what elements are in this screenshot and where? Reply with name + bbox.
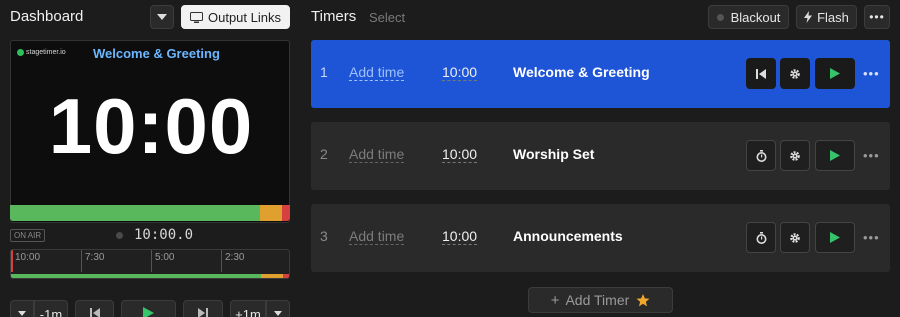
timer-row[interactable]: 2 Add time 10:00 Worship Set ••• — [311, 122, 890, 190]
logo-text: stagetimer.io — [26, 49, 66, 56]
more-options-button[interactable]: ••• — [864, 5, 890, 29]
preview-title: Welcome & Greeting — [93, 46, 220, 61]
blackout-dot-icon — [716, 13, 724, 21]
timer-mode-button[interactable] — [746, 140, 776, 171]
gear-icon — [790, 150, 800, 161]
timeline-tick-label: 10:00 — [15, 252, 41, 263]
row-more-icon[interactable]: ••• — [863, 148, 880, 163]
preview-time: 10:00 — [48, 82, 254, 170]
timer-number: 2 — [320, 146, 328, 162]
chevron-down-icon — [18, 310, 26, 316]
timer-name[interactable]: Announcements — [513, 228, 623, 244]
play-icon — [830, 68, 840, 79]
output-links-label: Output Links — [208, 9, 281, 25]
timeline-scrubber[interactable]: 10:00 7:30 5:00 2:30 — [10, 249, 290, 279]
timeline-tick-label: 2:30 — [225, 252, 245, 263]
gear-icon — [790, 68, 800, 79]
add-timer-label: Add Timer — [565, 292, 630, 308]
timer-row[interactable]: 3 Add time 10:00 Announcements ••• — [311, 204, 890, 272]
progress-red-segment — [282, 205, 290, 221]
row-more-icon[interactable]: ••• — [863, 230, 880, 245]
progress-amber-segment — [260, 205, 282, 221]
blackout-button[interactable]: Blackout — [708, 5, 789, 29]
add-timer-button[interactable]: + Add Timer — [528, 287, 673, 313]
minus-label: -1m — [39, 307, 63, 317]
timer-preview: stagetimer.io Welcome & Greeting 10:00 — [10, 40, 290, 223]
timer-mode-button[interactable] — [746, 222, 776, 253]
timer-duration[interactable]: 10:00 — [442, 64, 478, 81]
on-air-badge: ON AIR — [10, 229, 46, 242]
reset-timer-button[interactable] — [746, 58, 776, 89]
stagetimer-logo: stagetimer.io — [17, 49, 66, 56]
play-icon — [830, 232, 840, 243]
play-icon — [143, 307, 154, 317]
skip-forward-icon — [198, 308, 208, 317]
timeline-tick — [221, 250, 222, 272]
select-link[interactable]: Select — [369, 10, 405, 25]
current-clock: 10:00.0 — [134, 227, 194, 243]
timeline-red-segment — [283, 274, 289, 278]
timeline-tick — [81, 250, 82, 272]
lightning-icon — [804, 11, 813, 23]
timer-duration[interactable]: 10:00 — [442, 228, 478, 245]
play-button[interactable] — [121, 300, 176, 317]
plus-icon: + — [550, 291, 560, 309]
skip-back-icon — [756, 68, 766, 79]
plus-one-minute-button[interactable]: +1m — [230, 300, 266, 317]
monitor-icon — [190, 11, 203, 23]
next-timer-button[interactable] — [183, 300, 223, 317]
timeline-tick — [11, 250, 13, 272]
add-time-link[interactable]: Add time — [349, 146, 405, 163]
previous-timer-button[interactable] — [75, 300, 114, 317]
minus-time-dropdown-button[interactable] — [10, 300, 34, 317]
timer-name[interactable]: Welcome & Greeting — [513, 64, 650, 80]
timeline-tick-label: 5:00 — [155, 252, 175, 263]
more-dots-icon: ••• — [869, 10, 885, 24]
timeline-amber-segment — [261, 274, 283, 278]
plus-time-dropdown-button[interactable] — [266, 300, 290, 317]
timer-number: 1 — [320, 64, 328, 80]
star-icon — [636, 293, 650, 306]
output-links-button[interactable]: Output Links — [181, 5, 290, 29]
chevron-down-icon — [274, 310, 282, 316]
flash-button[interactable]: Flash — [796, 5, 857, 29]
progress-green-segment — [10, 205, 260, 221]
logo-mark-icon — [17, 49, 24, 56]
start-timer-button[interactable] — [815, 58, 855, 89]
stopwatch-icon — [756, 149, 766, 162]
stopwatch-icon — [756, 231, 766, 244]
plus-label: +1m — [235, 307, 261, 317]
progress-color-bar — [10, 205, 290, 221]
flash-label: Flash — [817, 9, 849, 25]
dashboard-menu-dropdown-button[interactable] — [150, 5, 174, 29]
page-title: Dashboard — [10, 8, 84, 25]
gear-icon — [790, 232, 800, 243]
timer-settings-button[interactable] — [780, 140, 810, 171]
timer-settings-button[interactable] — [780, 222, 810, 253]
timer-settings-button[interactable] — [780, 58, 810, 89]
timeline-tick-label: 7:30 — [85, 252, 105, 263]
timer-name[interactable]: Worship Set — [513, 146, 594, 162]
minus-one-minute-button[interactable]: -1m — [34, 300, 68, 317]
start-timer-button[interactable] — [815, 140, 855, 171]
blackout-label: Blackout — [730, 9, 781, 25]
status-dot-icon — [116, 232, 123, 239]
timer-duration[interactable]: 10:00 — [442, 146, 478, 163]
skip-back-icon — [89, 308, 100, 317]
timeline-tick — [151, 250, 152, 272]
play-icon — [830, 150, 840, 161]
add-time-link[interactable]: Add time — [349, 228, 405, 245]
chevron-down-icon — [157, 14, 167, 20]
timer-row[interactable]: 1 Add time 10:00 Welcome & Greeting ••• — [311, 40, 890, 108]
timers-title: Timers — [311, 8, 357, 25]
add-time-link[interactable]: Add time — [349, 64, 405, 81]
timer-number: 3 — [320, 228, 328, 244]
timeline-green-segment — [11, 274, 261, 278]
start-timer-button[interactable] — [815, 222, 855, 253]
row-more-icon[interactable]: ••• — [863, 66, 880, 81]
